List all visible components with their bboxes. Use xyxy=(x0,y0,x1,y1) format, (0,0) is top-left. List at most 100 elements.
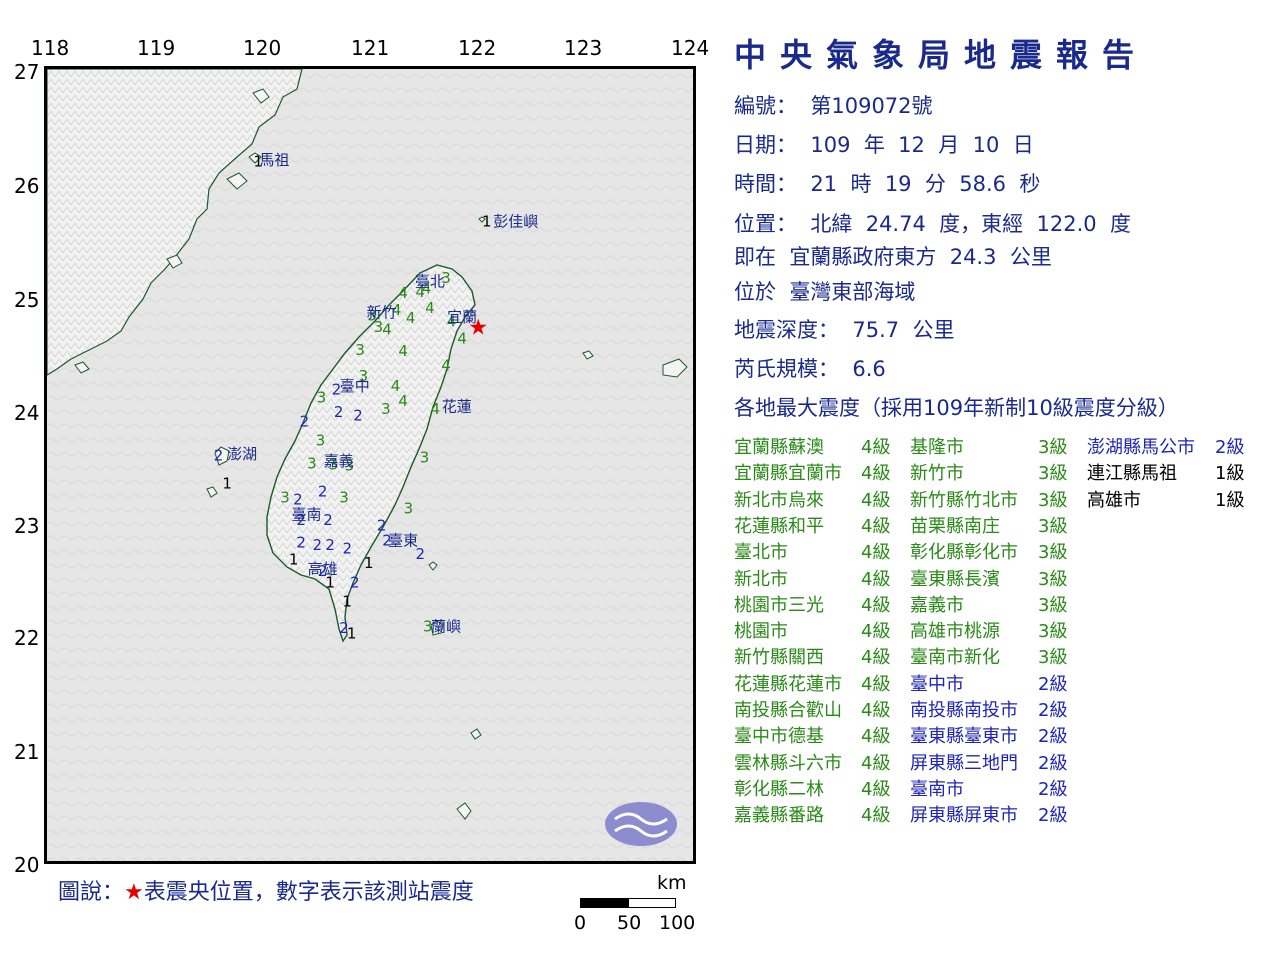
legend-prefix: 圖說： xyxy=(58,880,125,905)
city-label-taipei: 臺北 xyxy=(415,273,445,291)
depth-value: 75.7 xyxy=(852,318,900,342)
depth-unit: 公里 xyxy=(912,318,955,342)
time-min-unit: 分 xyxy=(924,172,946,196)
date-day-unit: 日 xyxy=(1012,133,1034,157)
station-name: 連江縣馬祖 xyxy=(1087,463,1177,485)
intensity-level: 2級 xyxy=(1038,752,1068,774)
station-name: 彰化縣二林 xyxy=(734,778,824,800)
report-relative: 即在 宜蘭縣政府東方 24.3 公里 xyxy=(734,241,1052,271)
cwb-logo xyxy=(605,802,677,846)
date-year-unit: 年 xyxy=(863,133,885,157)
number-value: 第109072號 xyxy=(810,94,933,118)
station-intensity-mark: 3 xyxy=(355,341,365,359)
station-intensity-mark: 3 xyxy=(420,449,430,467)
earthquake-map[interactable]: 1134444443344444323444322332333332132232… xyxy=(44,66,696,864)
intensity-level: 4級 xyxy=(861,778,891,800)
lat-tick: 25 xyxy=(14,288,40,312)
station-name: 臺中市德基 xyxy=(734,726,824,748)
station-name: 屏東縣屏東市 xyxy=(910,805,1018,827)
lon-tick: 122 xyxy=(458,36,497,60)
station-name: 新北市 xyxy=(734,568,788,590)
station-intensity-mark: 3 xyxy=(307,454,317,472)
magnitude-value: 6.6 xyxy=(852,357,886,381)
station-intensity-mark: 3 xyxy=(381,400,391,418)
report-region: 位於 臺灣東部海域 xyxy=(734,276,915,306)
intensity-level: 4級 xyxy=(861,568,891,590)
intensity-level: 4級 xyxy=(861,594,891,616)
intensity-level: 4級 xyxy=(861,437,891,458)
date-month: 12 xyxy=(898,133,925,157)
station-intensity-mark: 4 xyxy=(457,329,467,347)
report-magnitude: 芮氏規模： 6.6 xyxy=(734,353,886,383)
station-name: 臺東縣長濱 xyxy=(910,568,1000,590)
relative-value: 宜蘭縣政府東方 24.3 公里 xyxy=(789,245,1052,269)
intensity-level: 4級 xyxy=(861,805,891,827)
intensity-level: 4級 xyxy=(861,621,891,643)
lat-tick: 24 xyxy=(14,401,40,425)
station-name: 雲林縣斗六市 xyxy=(734,752,842,774)
intensity-level: 4級 xyxy=(861,700,891,721)
intensity-level: 4級 xyxy=(861,647,891,669)
station-intensity-mark: 2 xyxy=(214,446,224,464)
map-canvas: 11344444 433 4 444432344 432 2 33233 3 33213 2 2 32… xyxy=(47,69,693,861)
lon-tick: 123 xyxy=(564,36,603,60)
station-name: 嘉義市 xyxy=(910,594,964,616)
time-sec-unit: 秒 xyxy=(1019,172,1041,196)
station-intensity-mark: 2 xyxy=(323,511,333,529)
lon-tick: 119 xyxy=(137,36,176,60)
number-label: 編號： xyxy=(734,94,797,118)
station-intensity-mark: 2 xyxy=(300,412,310,430)
city-label-hsinchu: 新竹 xyxy=(367,303,397,321)
station-intensity-mark: 2 xyxy=(325,536,335,554)
station-intensity-mark: 1 xyxy=(347,625,357,643)
station-name: 臺東縣臺東市 xyxy=(910,726,1018,748)
city-label-matsu: 馬祖 xyxy=(259,151,289,169)
station-name: 宜蘭縣蘇澳 xyxy=(734,437,824,458)
intensity-level: 3級 xyxy=(1038,515,1068,537)
intensity-level: 3級 xyxy=(1038,621,1068,643)
epicenter-star-icon: ★ xyxy=(468,316,488,341)
station-intensity-mark: 3 xyxy=(280,488,290,506)
lat-tick: 21 xyxy=(14,740,40,764)
station-intensity-mark: 4 xyxy=(431,400,441,418)
intensity-level: 3級 xyxy=(1038,489,1068,511)
station-name: 澎湖縣馬公市 xyxy=(1087,437,1195,458)
epicenter-star-icon: ★ xyxy=(124,880,144,905)
station-intensity-mark: 3 xyxy=(317,388,327,406)
date-day: 10 xyxy=(972,133,1000,157)
scale-segment-black xyxy=(580,898,628,908)
city-label-tainan: 臺南 xyxy=(292,505,322,523)
report-position: 位置： 北緯 24.74 度，東經 122.0 度 xyxy=(734,208,1131,238)
station-name: 宜蘭縣宜蘭市 xyxy=(734,463,842,485)
intensity-level: 4級 xyxy=(861,542,891,564)
station-intensity-mark: 3 xyxy=(404,500,414,518)
lat-tick: 23 xyxy=(14,514,40,538)
station-name: 新北市烏來 xyxy=(734,489,824,511)
magnitude-label: 芮氏規模： xyxy=(734,357,839,381)
intensity-level: 2級 xyxy=(1038,673,1068,695)
intensity-level: 2級 xyxy=(1215,437,1245,458)
station-name: 新竹縣竹北市 xyxy=(910,489,1018,511)
station-name: 新竹市 xyxy=(910,463,964,485)
intensity-level: 3級 xyxy=(1038,463,1068,485)
relative-prefix: 即在 xyxy=(734,245,776,269)
intensity-level: 4級 xyxy=(861,752,891,774)
station-intensity-mark: 2 xyxy=(343,539,353,557)
station-name: 南投縣合歡山 xyxy=(734,700,842,721)
station-intensity-mark: 4 xyxy=(382,320,392,338)
depth-label: 地震深度： xyxy=(734,318,839,342)
station-intensity-mark: 3 xyxy=(339,488,349,506)
station-intensity-mark: 2 xyxy=(334,403,344,421)
station-name: 南投縣南投市 xyxy=(910,700,1018,721)
city-label-penghu: 澎湖 xyxy=(227,445,257,463)
time-label: 時間： xyxy=(734,172,797,196)
time-sec: 58.6 xyxy=(959,172,1007,196)
time-min: 19 xyxy=(884,172,912,196)
legend-description: 表震央位置，數字表示該測站震度 xyxy=(143,880,474,905)
report-depth: 地震深度： 75.7 公里 xyxy=(734,314,954,344)
station-intensity-mark: 4 xyxy=(398,392,408,410)
intensity-level: 3級 xyxy=(1038,594,1068,616)
lon-tick: 121 xyxy=(351,36,390,60)
station-intensity-mark: 1 xyxy=(364,554,374,572)
scale-label: 0 xyxy=(574,912,587,934)
